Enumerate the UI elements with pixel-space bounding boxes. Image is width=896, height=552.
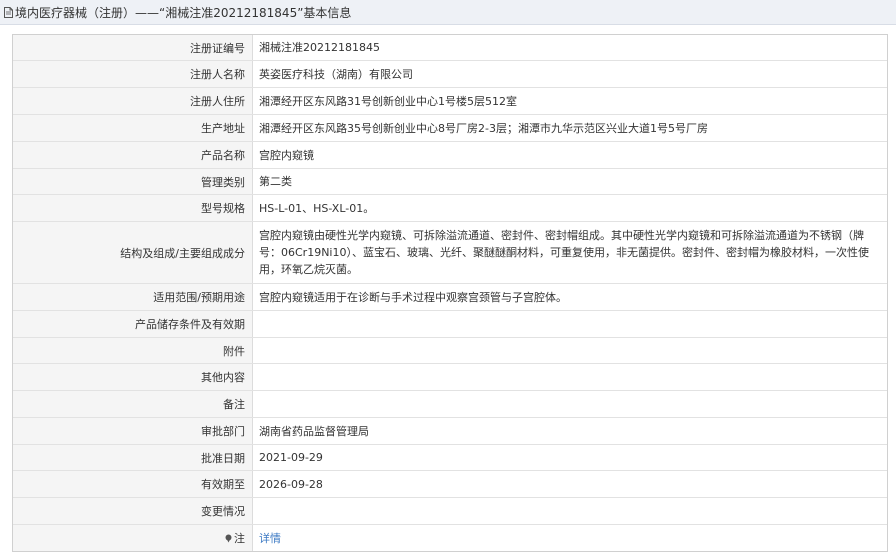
row-label: 有效期至 [13, 471, 253, 497]
page-header: 境内医疗器械（注册）——“湘械注准20212181845”基本信息 [0, 0, 896, 25]
row-label: 附件 [13, 338, 253, 363]
row-value: 2021-09-29 [259, 451, 323, 464]
row-label: 其他内容 [13, 364, 253, 390]
row-label: 产品名称 [13, 142, 253, 168]
table-row: 其他内容 [13, 364, 887, 391]
row-label: 审批部门 [13, 418, 253, 444]
row-value: 宫腔内窥镜由硬性光学内窥镜、可拆除溢流通道、密封件、密封帽组成。其中硬性光学内窥… [259, 229, 869, 276]
row-value: 湘潭经开区东风路31号创新创业中心1号楼5层512室 [259, 94, 517, 108]
row-value: 宫腔内窥镜 [259, 148, 314, 162]
row-value: 2026-09-28 [259, 477, 323, 491]
page-title: 境内医疗器械（注册）——“湘械注准20212181845”基本信息 [15, 5, 352, 20]
row-value: 湖南省药品监督管理局 [259, 424, 369, 438]
table-row: 注册人住所 湘潭经开区东风路31号创新创业中心1号楼5层512室 [13, 88, 887, 115]
row-value: 详情 [253, 525, 887, 551]
table-row: 管理类别 第二类 [13, 169, 887, 195]
row-value: 湘潭经开区东风路35号创新创业中心8号厂房2-3层；湘潭市九华示范区兴业大道1号… [259, 121, 708, 135]
row-label: 批准日期 [13, 445, 253, 470]
row-value [253, 391, 887, 417]
row-value: 湘械注准20212181845 [259, 41, 380, 54]
row-label: 型号规格 [13, 195, 253, 221]
row-value [253, 338, 887, 363]
table-row: 产品名称 宫腔内窥镜 [13, 142, 887, 169]
row-value: 英姿医疗科技（湖南）有限公司 [259, 67, 413, 81]
row-label: 注册人住所 [13, 88, 253, 114]
table-row: 适用范围/预期用途 宫腔内窥镜适用于在诊断与手术过程中观察宫颈管与子宫腔体。 [13, 284, 887, 311]
document-icon [4, 6, 13, 18]
row-value [253, 311, 887, 337]
row-label: 结构及组成/主要组成成分 [13, 222, 253, 283]
table-row: 审批部门 湖南省药品监督管理局 [13, 418, 887, 445]
table-row: 备注 [13, 391, 887, 418]
table-row: 生产地址 湘潭经开区东风路35号创新创业中心8号厂房2-3层；湘潭市九华示范区兴… [13, 115, 887, 142]
table-row: 附件 [13, 338, 887, 364]
row-value: 第二类 [259, 175, 292, 188]
table-row: 产品储存条件及有效期 [13, 311, 887, 338]
table-row: 批准日期 2021-09-29 [13, 445, 887, 471]
table-row: 注册人名称 英姿医疗科技（湖南）有限公司 [13, 61, 887, 88]
row-label: 适用范围/预期用途 [13, 284, 253, 310]
table-row: 变更情况 [13, 498, 887, 525]
details-link[interactable]: 详情 [259, 530, 281, 547]
table-row: 型号规格 HS-L-01、HS-XL-01。 [13, 195, 887, 222]
table-row: 有效期至 2026-09-28 [13, 471, 887, 498]
row-label: 注 [13, 525, 253, 551]
row-value: HS-L-01、HS-XL-01。 [259, 201, 375, 215]
row-label: 管理类别 [13, 169, 253, 194]
row-label: 生产地址 [13, 115, 253, 141]
row-label: 产品储存条件及有效期 [13, 311, 253, 337]
row-value: 宫腔内窥镜适用于在诊断与手术过程中观察宫颈管与子宫腔体。 [259, 290, 567, 304]
pin-icon [225, 534, 232, 542]
table-row: 注 详情 [13, 525, 887, 551]
row-label: 注册证编号 [13, 35, 253, 60]
row-label: 变更情况 [13, 498, 253, 524]
table-row: 结构及组成/主要组成成分 宫腔内窥镜由硬性光学内窥镜、可拆除溢流通道、密封件、密… [13, 222, 887, 284]
note-label: 注 [234, 532, 245, 545]
row-label: 注册人名称 [13, 61, 253, 87]
table-row: 注册证编号 湘械注准20212181845 [13, 35, 887, 61]
info-table: 注册证编号 湘械注准20212181845 注册人名称 英姿医疗科技（湖南）有限… [12, 34, 888, 552]
row-label: 备注 [13, 391, 253, 417]
row-value [253, 498, 887, 524]
row-value [253, 364, 887, 390]
